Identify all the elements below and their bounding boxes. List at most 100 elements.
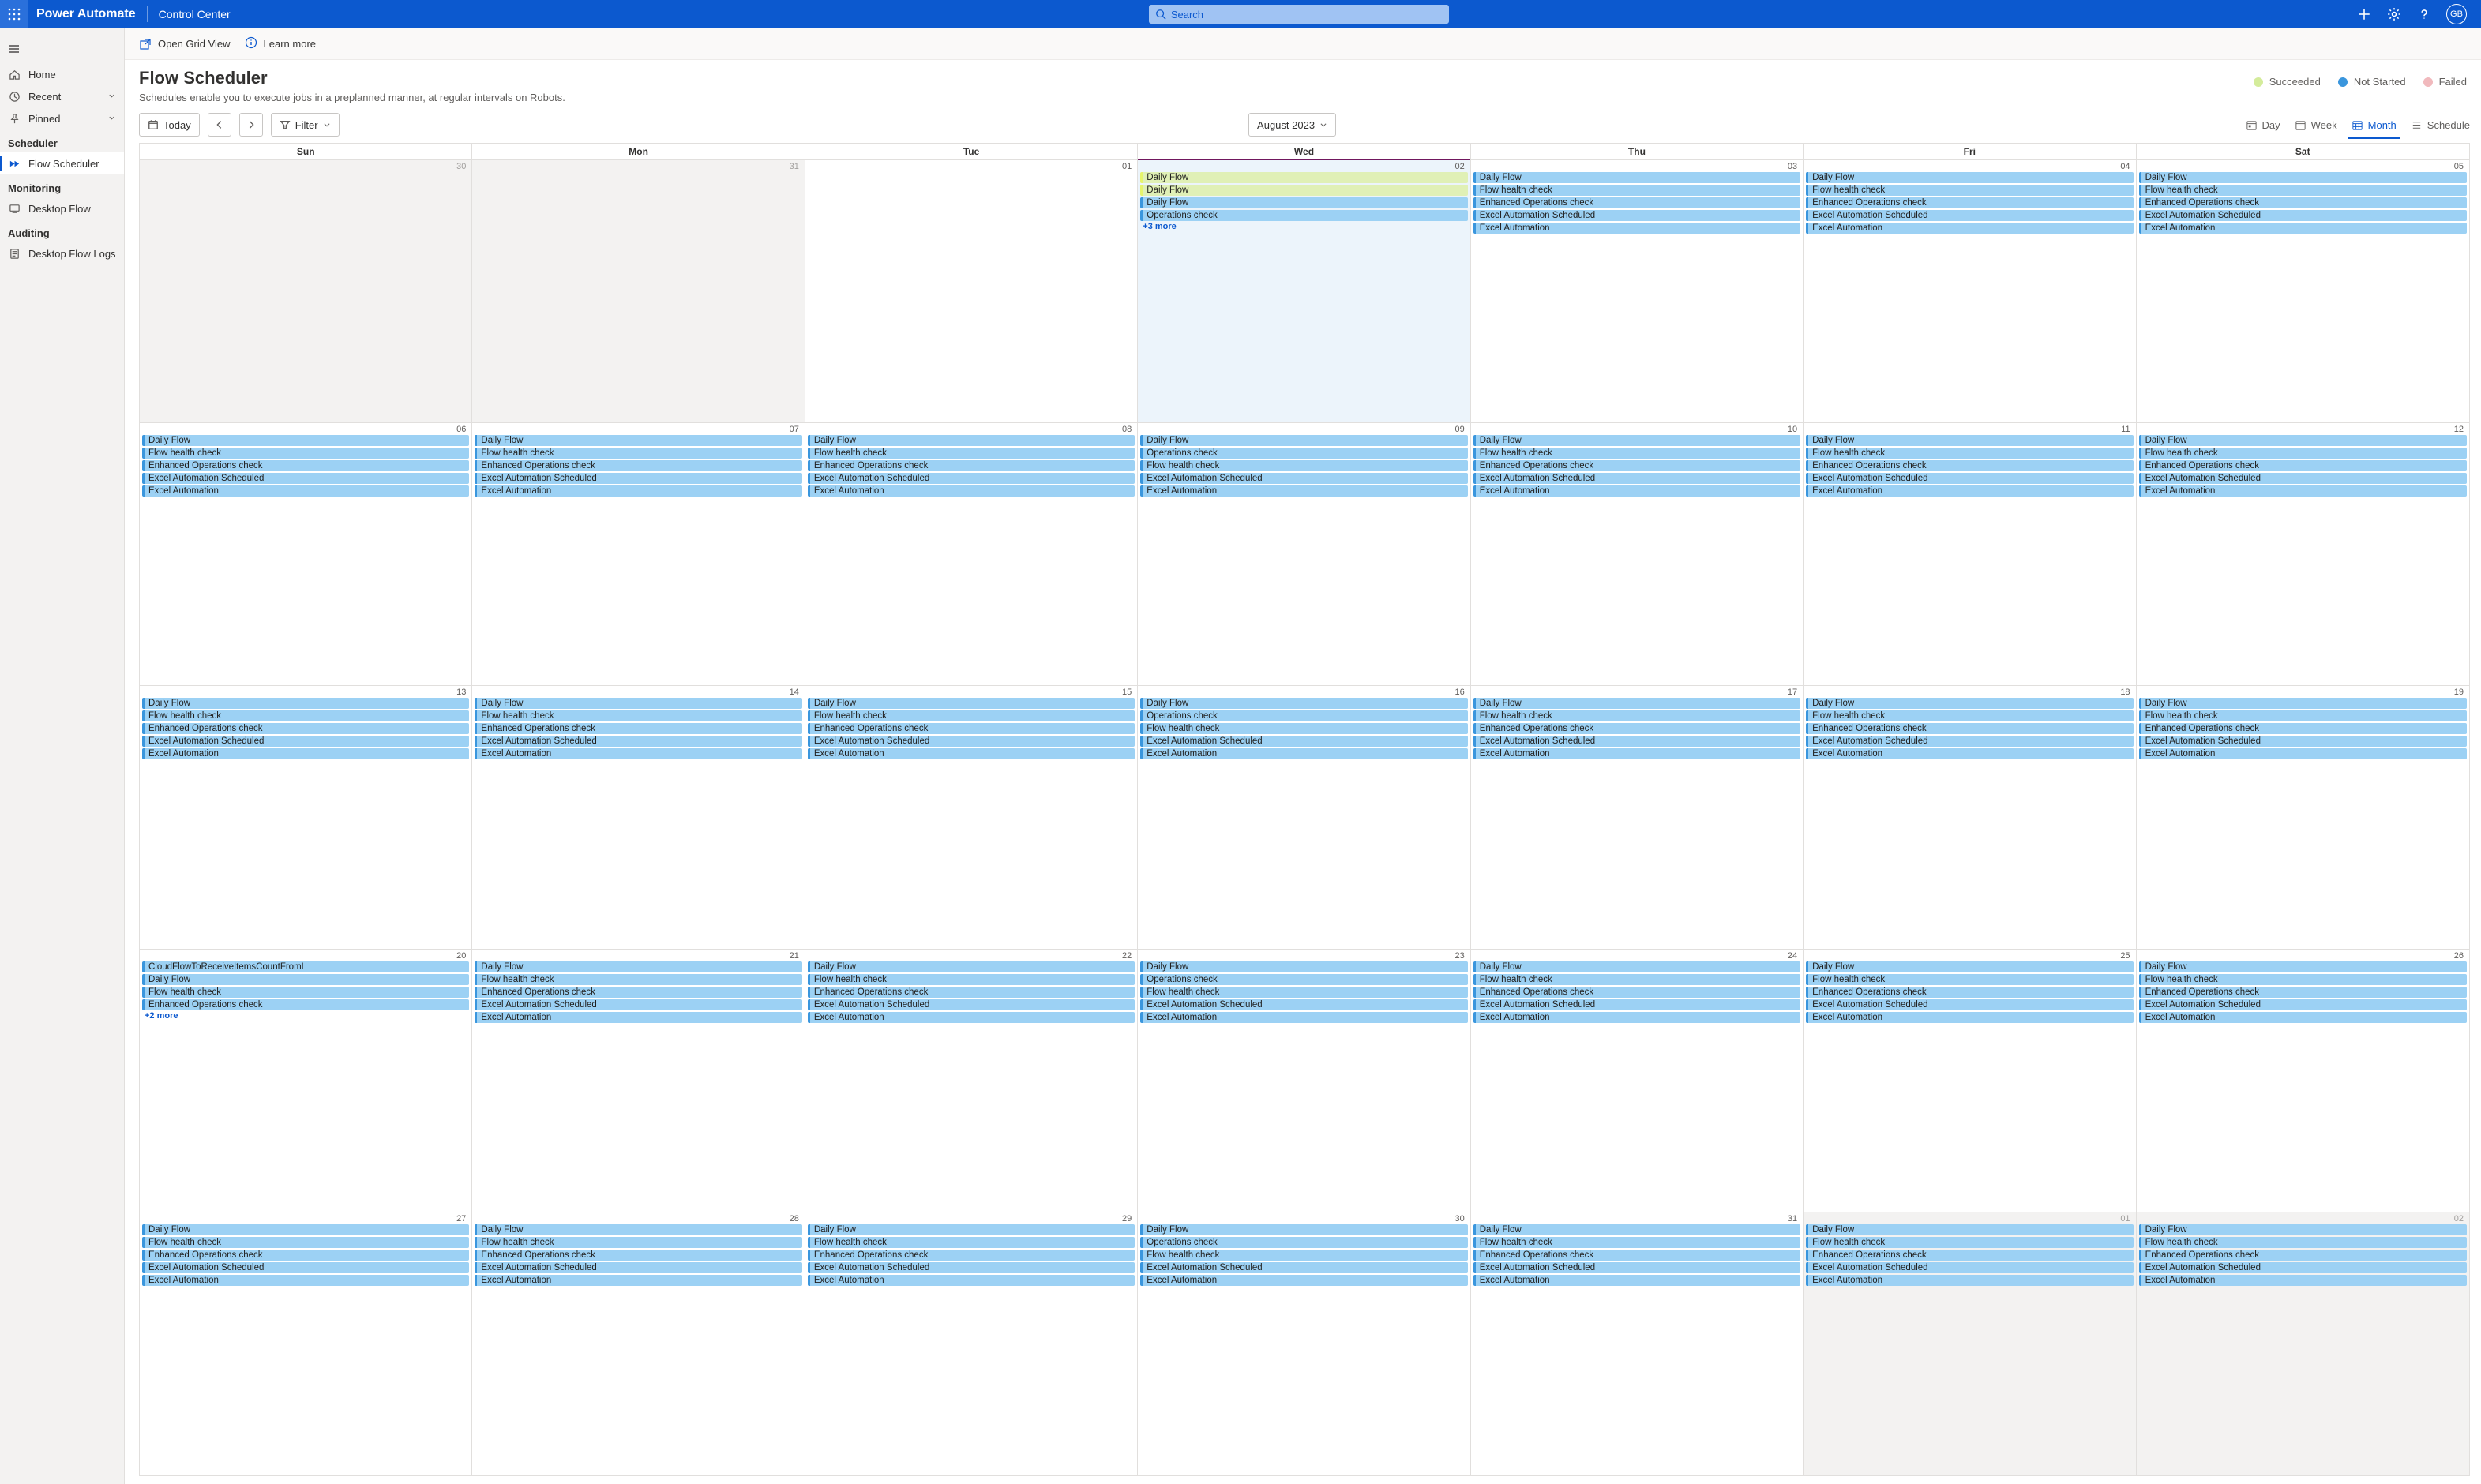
calendar-event[interactable]: Excel Automation Scheduled [1473, 736, 1800, 747]
calendar-event[interactable]: Excel Automation [475, 1012, 801, 1023]
sidebar-item-desktop-flow-logs[interactable]: Desktop Flow Logs [0, 242, 124, 264]
calendar-event[interactable]: Excel Automation [2139, 748, 2467, 759]
calendar-event[interactable]: Flow health check [1473, 1237, 1800, 1248]
calendar-cell[interactable]: 22Daily FlowFlow health checkEnhanced Op… [805, 950, 1138, 1212]
calendar-event[interactable]: Excel Automation Scheduled [2139, 736, 2467, 747]
calendar-event[interactable]: Excel Automation [1140, 485, 1467, 497]
calendar-event[interactable]: Excel Automation [475, 485, 801, 497]
add-button[interactable] [2356, 6, 2372, 22]
calendar-event[interactable]: Excel Automation Scheduled [1473, 1262, 1800, 1273]
next-button[interactable] [239, 113, 263, 137]
calendar-event[interactable]: Daily Flow [475, 435, 801, 446]
calendar-event[interactable]: Excel Automation Scheduled [1473, 473, 1800, 484]
calendar-cell[interactable]: 30Daily FlowOperations checkFlow health … [1138, 1212, 1470, 1475]
calendar-event[interactable]: Enhanced Operations check [2139, 1250, 2467, 1261]
user-avatar[interactable]: GB [2446, 4, 2467, 24]
calendar-event[interactable]: Excel Automation [1140, 1012, 1467, 1023]
calendar-event[interactable]: Excel Automation [1806, 1275, 2133, 1286]
calendar-cell[interactable]: 31Daily FlowFlow health checkEnhanced Op… [1471, 1212, 1804, 1475]
calendar-event[interactable]: Excel Automation Scheduled [1806, 210, 2133, 221]
calendar-event[interactable]: Flow health check [808, 1237, 1135, 1248]
calendar-event[interactable]: Daily Flow [475, 961, 801, 972]
calendar-event[interactable]: Excel Automation Scheduled [2139, 1262, 2467, 1273]
more-events-link[interactable]: +3 more [1140, 221, 1467, 232]
calendar-event[interactable]: Daily Flow [1140, 961, 1467, 972]
calendar-event[interactable]: Excel Automation [142, 748, 469, 759]
calendar-event[interactable]: Enhanced Operations check [1473, 1250, 1800, 1261]
calendar-event[interactable]: Daily Flow [1473, 961, 1800, 972]
calendar-cell[interactable]: 11Daily FlowFlow health checkEnhanced Op… [1804, 423, 2136, 685]
calendar-cell[interactable]: 06Daily FlowFlow health checkEnhanced Op… [140, 423, 472, 685]
calendar-event[interactable]: Daily Flow [1473, 1224, 1800, 1235]
calendar-event[interactable]: Flow health check [2139, 974, 2467, 985]
calendar-event[interactable]: Excel Automation [1473, 223, 1800, 234]
calendar-event[interactable]: Enhanced Operations check [1473, 987, 1800, 998]
calendar-event[interactable]: Enhanced Operations check [475, 987, 801, 998]
calendar-cell[interactable]: 20CloudFlowToReceiveItemsCountFromLDaily… [140, 950, 472, 1212]
calendar-cell[interactable]: 25Daily FlowFlow health checkEnhanced Op… [1804, 950, 2136, 1212]
more-events-link[interactable]: +2 more [142, 1010, 469, 1021]
calendar-event[interactable]: CloudFlowToReceiveItemsCountFromL [142, 961, 469, 972]
calendar-event[interactable]: Daily Flow [2139, 172, 2467, 183]
calendar-event[interactable]: Daily Flow [1806, 698, 2133, 709]
view-tab-week[interactable]: Week [2295, 114, 2337, 136]
calendar-event[interactable]: Excel Automation Scheduled [2139, 999, 2467, 1010]
calendar-event[interactable]: Excel Automation Scheduled [2139, 473, 2467, 484]
calendar-event[interactable]: Daily Flow [2139, 961, 2467, 972]
calendar-event[interactable]: Operations check [1140, 1237, 1467, 1248]
sidebar-item-home[interactable]: Home [0, 63, 124, 85]
calendar-event[interactable]: Enhanced Operations check [1473, 197, 1800, 208]
calendar-event[interactable]: Excel Automation Scheduled [1140, 1262, 1467, 1273]
calendar-event[interactable]: Excel Automation Scheduled [1140, 999, 1467, 1010]
learn-more-link[interactable]: Learn more [245, 36, 316, 51]
sidebar-item-pinned[interactable]: Pinned [0, 107, 124, 129]
calendar-cell[interactable]: 01 [805, 160, 1138, 422]
view-tab-day[interactable]: Day [2246, 114, 2280, 136]
calendar-event[interactable]: Daily Flow [142, 974, 469, 985]
calendar-event[interactable]: Flow health check [1140, 460, 1467, 471]
calendar-event[interactable]: Excel Automation [2139, 1012, 2467, 1023]
calendar-event[interactable]: Operations check [1140, 710, 1467, 721]
calendar-event[interactable]: Excel Automation Scheduled [808, 1262, 1135, 1273]
calendar-cell[interactable]: 14Daily FlowFlow health checkEnhanced Op… [472, 686, 805, 948]
calendar-event[interactable]: Excel Automation Scheduled [1806, 736, 2133, 747]
calendar-event[interactable]: Excel Automation [1140, 748, 1467, 759]
calendar-cell[interactable]: 13Daily FlowFlow health checkEnhanced Op… [140, 686, 472, 948]
filter-button[interactable]: Filter [271, 113, 340, 137]
calendar-event[interactable]: Daily Flow [1140, 185, 1467, 196]
sidebar-item-recent[interactable]: Recent [0, 85, 124, 107]
calendar-cell[interactable]: 05Daily FlowFlow health checkEnhanced Op… [2137, 160, 2469, 422]
calendar-event[interactable]: Enhanced Operations check [808, 1250, 1135, 1261]
calendar-event[interactable]: Enhanced Operations check [142, 723, 469, 734]
calendar-cell[interactable]: 07Daily FlowFlow health checkEnhanced Op… [472, 423, 805, 685]
calendar-event[interactable]: Excel Automation [1806, 748, 2133, 759]
calendar-event[interactable]: Enhanced Operations check [1806, 197, 2133, 208]
calendar-event[interactable]: Daily Flow [808, 435, 1135, 446]
calendar-event[interactable]: Flow health check [1806, 448, 2133, 459]
calendar-event[interactable]: Daily Flow [475, 698, 801, 709]
calendar-cell[interactable]: 03Daily FlowFlow health checkEnhanced Op… [1471, 160, 1804, 422]
calendar-event[interactable]: Enhanced Operations check [1473, 723, 1800, 734]
calendar-event[interactable]: Daily Flow [1806, 435, 2133, 446]
calendar-event[interactable]: Excel Automation Scheduled [475, 999, 801, 1010]
calendar-event[interactable]: Excel Automation Scheduled [475, 736, 801, 747]
calendar-event[interactable]: Enhanced Operations check [2139, 197, 2467, 208]
calendar-event[interactable]: Daily Flow [1140, 172, 1467, 183]
calendar-event[interactable]: Daily Flow [1806, 1224, 2133, 1235]
calendar-event[interactable]: Daily Flow [1473, 435, 1800, 446]
calendar-cell[interactable]: 29Daily FlowFlow health checkEnhanced Op… [805, 1212, 1138, 1475]
calendar-event[interactable]: Daily Flow [1806, 172, 2133, 183]
calendar-event[interactable]: Daily Flow [1473, 172, 1800, 183]
calendar-event[interactable]: Enhanced Operations check [2139, 723, 2467, 734]
calendar-event[interactable]: Flow health check [142, 710, 469, 721]
calendar-event[interactable]: Excel Automation [475, 1275, 801, 1286]
calendar-event[interactable]: Excel Automation [808, 748, 1135, 759]
calendar-event[interactable]: Flow health check [1806, 1237, 2133, 1248]
calendar-event[interactable]: Flow health check [1473, 974, 1800, 985]
calendar-cell[interactable]: 15Daily FlowFlow health checkEnhanced Op… [805, 686, 1138, 948]
calendar-event[interactable]: Operations check [1140, 210, 1467, 221]
calendar-event[interactable]: Enhanced Operations check [142, 460, 469, 471]
calendar-event[interactable]: Excel Automation [1806, 223, 2133, 234]
calendar-cell[interactable]: 26Daily FlowFlow health checkEnhanced Op… [2137, 950, 2469, 1212]
calendar-cell[interactable]: 02Daily FlowDaily FlowDaily FlowOperatio… [1138, 160, 1470, 422]
